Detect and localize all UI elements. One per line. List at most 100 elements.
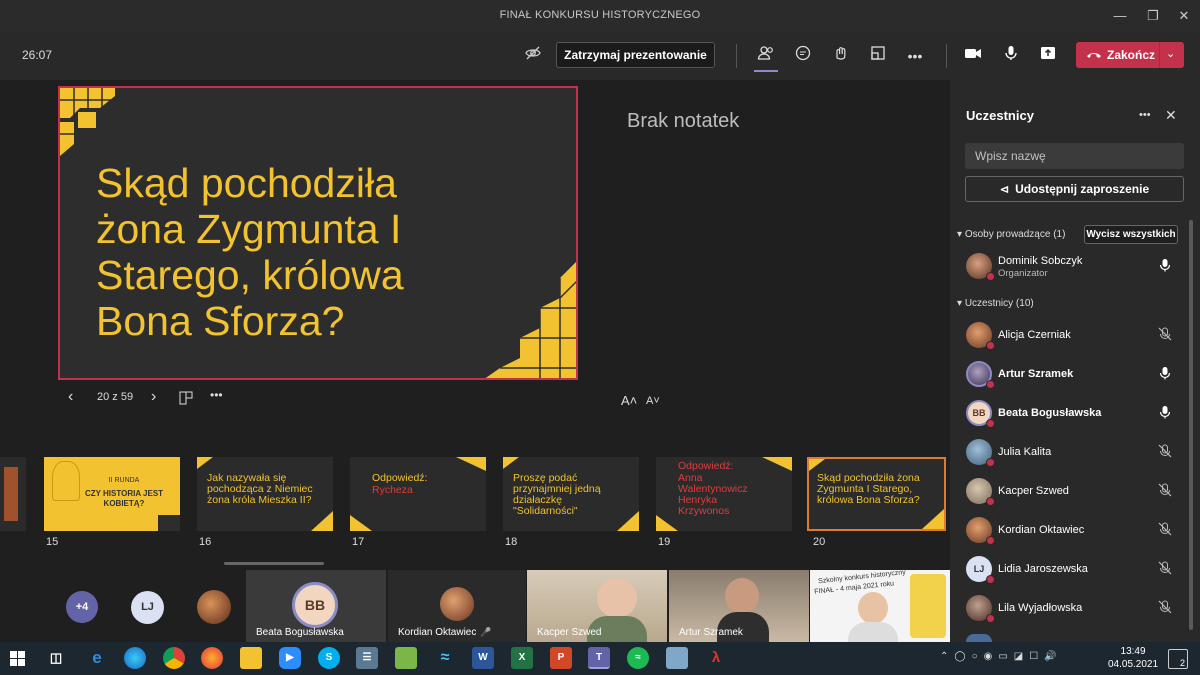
thumbnail-20-selected[interactable]: Skąd pochodziła żona Zygmunta I Starego,… <box>807 457 946 531</box>
font-decrease-button[interactable]: A˅ <box>646 395 660 407</box>
close-panel-icon[interactable]: ✕ <box>1165 107 1177 124</box>
participant-row[interactable]: LJ Lidia Jaroszewska <box>950 549 1190 588</box>
stop-presenting-button[interactable]: Zatrzymaj prezentowanie <box>556 42 715 68</box>
microphone-icon <box>1159 367 1171 380</box>
app-icon[interactable]: ☰ <box>356 647 378 669</box>
thumbnail-18[interactable]: Proszę podać przynajmniej jedną działacz… <box>503 457 639 531</box>
avatar <box>440 587 474 621</box>
thumbnail-19[interactable]: Odpowiedź: Anna Walentynowicz Henryka Kr… <box>656 457 792 531</box>
participant-name: Dominik Sobczyk <box>998 255 1083 267</box>
clock-time: 13:49 <box>1120 646 1146 657</box>
thumbnail-17[interactable]: Odpowiedź: Rycheza <box>350 457 486 531</box>
avatar[interactable] <box>197 590 231 624</box>
tile-name: Artur Szramek <box>679 627 743 638</box>
participant-row[interactable]: Kordian Oktawiec <box>950 510 1190 549</box>
skype-icon[interactable]: S <box>318 647 340 669</box>
video-tile[interactable]: Kordian Oktawiec 🎤 <box>388 570 526 642</box>
zoom-icon[interactable]: ▶ <box>279 647 301 669</box>
video-tile[interactable]: Kacper Szwed <box>527 570 667 642</box>
excel-icon[interactable]: X <box>511 647 533 669</box>
attendees-section-header[interactable]: ▾ Uczestnicy (10) <box>957 298 1034 309</box>
participant-name: Beata Bogusławska <box>998 407 1102 419</box>
end-call-button[interactable]: Zakończ ⌄ <box>1076 42 1184 68</box>
participant-name: Lidia Jaroszewska <box>998 563 1088 575</box>
share-screen-icon[interactable] <box>1036 44 1060 68</box>
share-invite-button[interactable]: ⊲ Udostępnij zaproszenie <box>965 176 1184 202</box>
minimize-icon[interactable]: — <box>1110 6 1130 26</box>
rooms-icon[interactable] <box>866 44 890 68</box>
teams-icon[interactable]: T <box>588 647 610 669</box>
corner-pattern <box>922 509 944 529</box>
chrome-icon[interactable] <box>163 647 185 669</box>
presenters-section-header[interactable]: ▾ Osoby prowadzące (1) <box>957 229 1065 240</box>
ie-icon[interactable]: e <box>86 647 108 669</box>
tile-name: Kordian Oktawiec <box>398 627 477 638</box>
microphone-icon[interactable] <box>999 44 1023 68</box>
panel-more-icon[interactable]: ••• <box>1139 109 1151 121</box>
reactions-icon[interactable] <box>829 44 853 68</box>
participant-row[interactable]: Kacper Szwed <box>950 471 1190 510</box>
font-increase-button[interactable]: A˄ <box>621 393 637 408</box>
windows-start-icon[interactable] <box>10 651 25 671</box>
thumb-number: 19 <box>658 536 671 548</box>
video-gallery: +4 LJ BB Beata Bogusławska Kordian Oktaw… <box>0 568 950 642</box>
corner-pattern <box>809 459 825 471</box>
firefox-icon[interactable] <box>201 647 223 669</box>
thumbnail-16[interactable]: Jak nazywała się pochodząca z Niemiec żo… <box>197 457 333 531</box>
close-window-icon[interactable]: ✕ <box>1174 6 1194 26</box>
slide-more-icon[interactable]: ••• <box>210 388 223 402</box>
task-view-icon[interactable]: ◫ <box>45 647 67 669</box>
system-tray-icons[interactable]: ⌃◯○◉▭◪☐🔊 <box>940 651 1063 662</box>
divider <box>736 44 737 68</box>
honeycomb-decoration <box>485 262 576 378</box>
participant-row[interactable]: Dominik Sobczyk Organizator <box>950 246 1190 285</box>
tile-name: Beata Bogusławska <box>256 627 344 638</box>
corner-pattern <box>197 457 213 469</box>
acrobat-icon[interactable]: λ <box>705 647 727 669</box>
attendees-header-label: Uczestnicy (10) <box>964 298 1034 309</box>
edge-icon[interactable] <box>124 647 146 669</box>
status-dot <box>986 536 995 545</box>
app-icon[interactable] <box>395 647 417 669</box>
chat-icon[interactable] <box>791 44 815 68</box>
thumbnail-partial[interactable] <box>0 457 26 531</box>
spotify-icon[interactable]: ≈ <box>627 647 649 669</box>
video-tile[interactable]: Szkolny konkurs historyczny FINAŁ - 4 ma… <box>810 570 950 642</box>
participant-row[interactable]: Artur Szramek <box>950 354 1190 393</box>
file-explorer-icon[interactable] <box>240 647 262 669</box>
powerpoint-icon[interactable]: P <box>550 647 572 669</box>
participants-icon[interactable] <box>754 44 778 72</box>
chevron-down-icon[interactable]: ⌄ <box>1166 47 1175 60</box>
avatar[interactable]: LJ <box>131 591 164 624</box>
video-tile[interactable]: BB Beata Bogusławska <box>246 570 386 642</box>
next-slide-icon[interactable]: › <box>151 388 156 406</box>
thumb-answer: Anna Walentynowicz Henryka Krzywonos <box>678 472 748 517</box>
notification-icon[interactable]: 2 <box>1168 649 1188 669</box>
previous-slide-icon[interactable]: ‹ <box>68 388 73 406</box>
participant-row[interactable]: Lila Wyjadłowska <box>950 588 1190 627</box>
participant-row[interactable]: Alicja Czerniak <box>950 315 1190 354</box>
panel-scrollbar[interactable] <box>1189 220 1193 630</box>
status-dot <box>986 272 995 281</box>
thumbnail-15[interactable]: II RUNDA CZY HISTORIA JEST KOBIETĄ? <box>44 457 180 531</box>
more-options-icon[interactable]: ••• <box>903 44 927 68</box>
thumb-line2: CZY HISTORIA JEST KOBIETĄ? <box>84 489 164 508</box>
camera-icon[interactable] <box>961 44 985 68</box>
video-tile[interactable]: Artur Szramek <box>669 570 809 642</box>
word-icon[interactable]: W <box>472 647 494 669</box>
restore-icon[interactable]: ❐ <box>1143 6 1163 26</box>
app-icon[interactable]: ≈ <box>434 647 456 669</box>
slide-counter: 20 z 59 <box>97 391 134 403</box>
taskbar-clock[interactable]: 13:49 04.05.2021 <box>1108 645 1158 671</box>
participant-row[interactable]: BB Beata Bogusławska <box>950 393 1190 432</box>
participant-search-input[interactable]: Wpisz nazwę <box>965 143 1184 169</box>
hide-icon[interactable] <box>521 44 545 68</box>
participant-row[interactable]: Julia Kalita <box>950 432 1190 471</box>
slides-grid-icon[interactable] <box>179 391 193 410</box>
status-dot <box>986 497 995 506</box>
mute-all-button[interactable]: Wycisz wszystkich <box>1084 225 1178 244</box>
more-participants-badge[interactable]: +4 <box>66 591 98 623</box>
thumbnail-scrollbar[interactable] <box>224 562 324 565</box>
app-icon[interactable] <box>666 647 688 669</box>
participant-name: Lila Wyjadłowska <box>998 602 1083 614</box>
